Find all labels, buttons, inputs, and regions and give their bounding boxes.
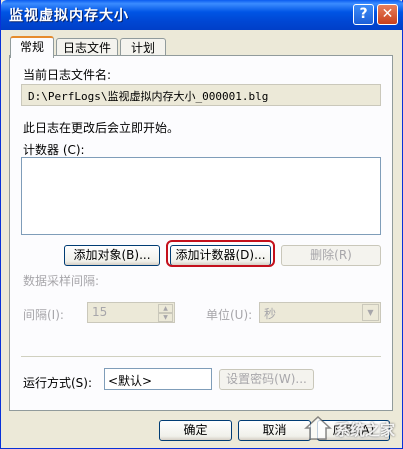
current-log-field: D:\PerfLogs\监视虚拟内存大小_000001.blg bbox=[21, 84, 381, 106]
watermark-logo: 系统之家 bbox=[301, 410, 401, 446]
interval-value: 15 bbox=[92, 305, 108, 319]
run-as-label: 运行方式(S): bbox=[23, 376, 93, 390]
add-objects-button[interactable]: 添加对象(B)... bbox=[64, 245, 160, 266]
interval-stepper[interactable]: 15 ▲ ▼ bbox=[87, 302, 175, 323]
dialog-window: 监视虚拟内存大小 ? ✕ 常规 日志文件 计划 当前日志文件名: D:\Perf… bbox=[0, 0, 403, 449]
counters-list[interactable] bbox=[21, 157, 381, 235]
tab-general[interactable]: 常规 bbox=[10, 36, 54, 58]
window-title: 监视虚拟内存大小 bbox=[9, 8, 129, 24]
stepper-up-icon[interactable]: ▲ bbox=[158, 304, 173, 313]
remove-button[interactable]: 删除(R) bbox=[281, 245, 381, 266]
highlight-annotation bbox=[166, 240, 275, 267]
close-button[interactable]: ✕ bbox=[377, 4, 398, 25]
house-logo-icon bbox=[304, 415, 332, 440]
units-select[interactable]: 秒 ▼ bbox=[259, 302, 381, 323]
units-value: 秒 bbox=[264, 307, 277, 321]
stepper-down-icon[interactable]: ▼ bbox=[158, 313, 173, 322]
units-label: 单位(U): bbox=[206, 308, 253, 322]
sample-interval-label: 数据采样间隔: bbox=[23, 274, 100, 288]
title-bar[interactable]: 监视虚拟内存大小 ? ✕ bbox=[1, 0, 403, 30]
watermark-text: 系统之家 bbox=[335, 421, 396, 439]
current-log-value: D:\PerfLogs\监视虚拟内存大小_000001.blg bbox=[28, 90, 269, 103]
start-info-text: 此日志在更改后会立即开始。 bbox=[23, 121, 180, 135]
run-as-input[interactable]: <默认> bbox=[104, 368, 212, 390]
current-log-label: 当前日志文件名: bbox=[23, 68, 112, 82]
run-as-value: <默认> bbox=[108, 374, 153, 388]
interval-label: 间隔(I): bbox=[23, 308, 64, 322]
set-password-button[interactable]: 设置密码(W)... bbox=[219, 369, 314, 390]
counters-label: 计数器 (C): bbox=[23, 143, 85, 157]
separator bbox=[21, 356, 381, 357]
chevron-down-icon[interactable]: ▼ bbox=[362, 304, 379, 321]
ok-button[interactable]: 确定 bbox=[159, 420, 232, 441]
help-button[interactable]: ? bbox=[353, 4, 374, 25]
